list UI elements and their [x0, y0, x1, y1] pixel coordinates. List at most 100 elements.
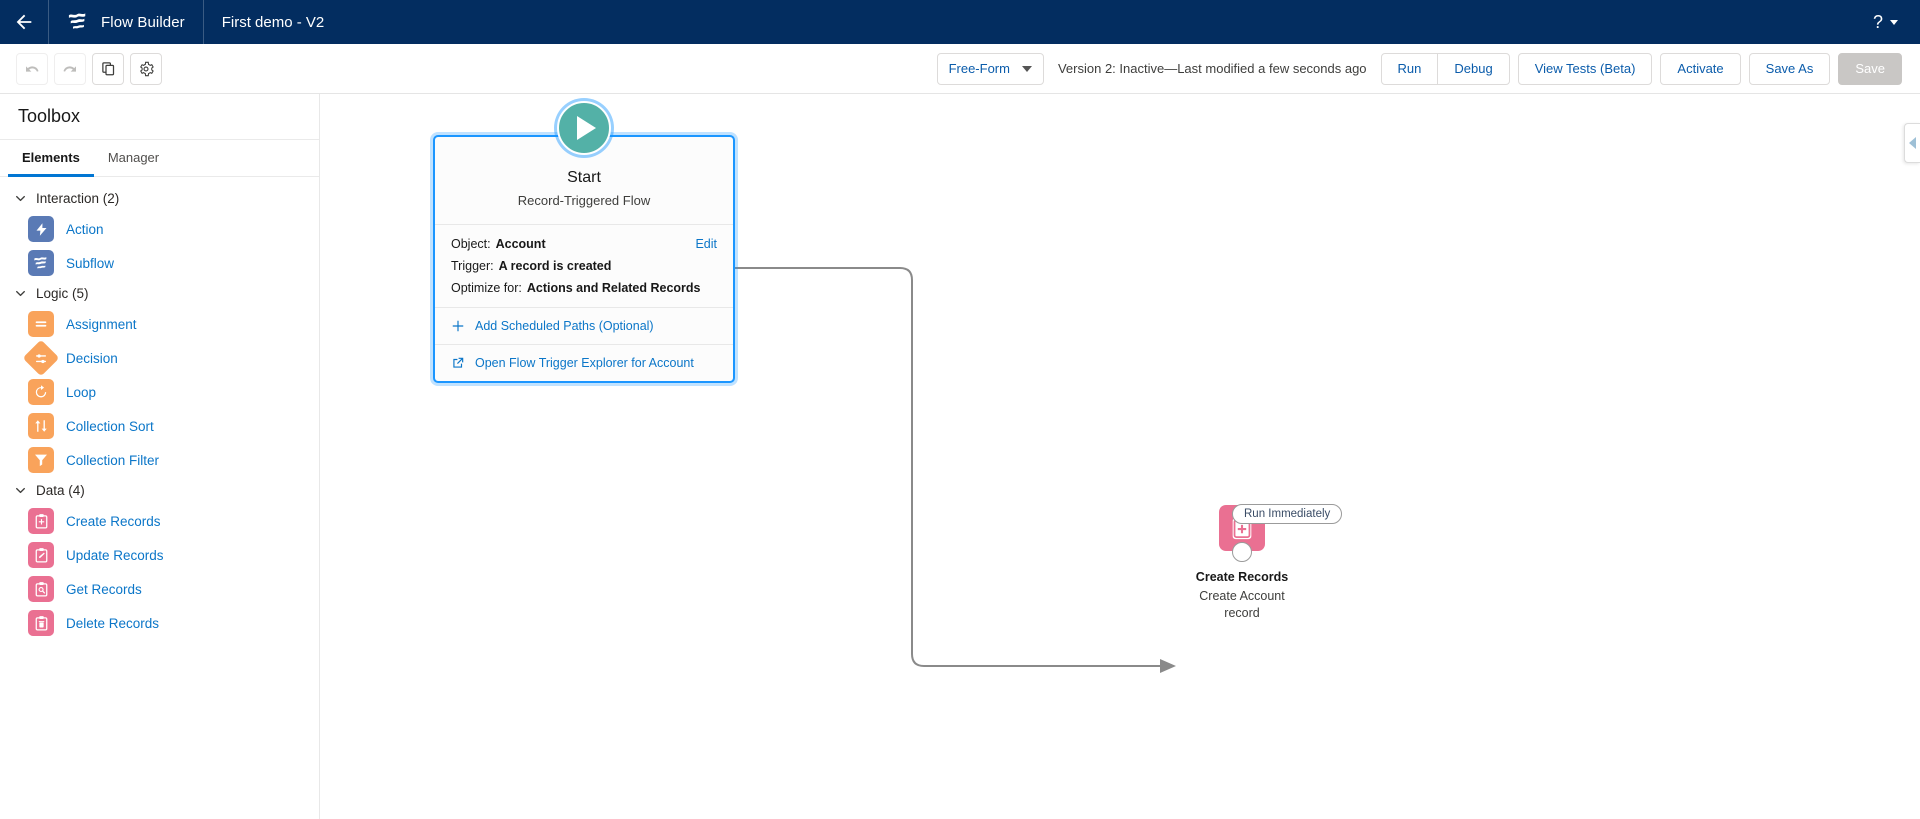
create-records-node-description: Create Account record	[1199, 588, 1285, 620]
chevron-down-icon	[1021, 65, 1032, 72]
toolbox-element-label: Collection Sort	[66, 418, 154, 434]
help-icon: ?	[1872, 12, 1883, 32]
canvas-mode-label: Free-Form	[948, 61, 1010, 76]
toolbox-element-create-records[interactable]: Create Records	[0, 504, 319, 538]
toolbox-element-label: Subflow	[66, 255, 115, 271]
run-button[interactable]: Run	[1380, 52, 1439, 85]
toolbox-element-label: Create Records	[66, 513, 161, 529]
toolbox-element-delete-records[interactable]: Delete Records	[0, 606, 319, 640]
toolbox-header: Toolbox	[0, 94, 319, 140]
toolbox-panel: Toolbox Elements Manager Interaction (2)…	[0, 94, 320, 819]
version-status-text: Version 2: Inactive—Last modified a few …	[1057, 61, 1367, 76]
right-panel-toggle-button[interactable]	[1904, 123, 1920, 163]
flow-builder-logo-icon	[67, 11, 89, 33]
detail-object: Object: Account Edit	[451, 237, 717, 251]
open-flow-trigger-explorer-link[interactable]: Open Flow Trigger Explorer for Account	[435, 345, 733, 381]
detail-trigger: Trigger: A record is created	[451, 259, 717, 273]
toolbox-element-decision[interactable]: Decision	[0, 339, 319, 377]
save-as-button[interactable]: Save As	[1748, 52, 1831, 85]
copy-button[interactable]	[92, 52, 124, 85]
activate-button[interactable]: Activate	[1660, 52, 1741, 85]
tab-elements[interactable]: Elements	[8, 140, 94, 177]
detail-trigger-value: A record is created	[498, 259, 612, 273]
add-scheduled-paths-link[interactable]: Add Scheduled Paths (Optional)	[435, 308, 733, 345]
arrow-left-icon	[16, 14, 32, 30]
toolbox-element-action[interactable]: Action	[0, 212, 319, 246]
connector-label-badge[interactable]: Run Immediately	[1232, 504, 1343, 524]
add-scheduled-paths-label: Add Scheduled Paths (Optional)	[475, 319, 654, 333]
toolbox-section-header[interactable]: Logic (5)	[0, 280, 319, 307]
plus-icon	[452, 320, 464, 332]
canvas-mode-select[interactable]: Free-Form	[936, 52, 1044, 85]
play-triangle-icon	[577, 116, 596, 140]
action-bolt-icon	[28, 216, 54, 242]
toolbox-tabs: Elements Manager	[0, 140, 319, 177]
toolbox-section-label: Data (4)	[36, 483, 85, 498]
decision-icon	[22, 339, 60, 377]
toolbox-element-label: Delete Records	[66, 615, 160, 631]
collection-sort-icon	[28, 413, 54, 439]
workspace: Toolbox Elements Manager Interaction (2)…	[0, 94, 1920, 819]
toolbox-element-collection-sort[interactable]: Collection Sort	[0, 409, 319, 443]
subflow-icon	[28, 250, 54, 276]
debug-button[interactable]: Debug	[1437, 52, 1510, 85]
chevron-down-icon	[1890, 19, 1898, 25]
toolbox-element-subflow[interactable]: Subflow	[0, 246, 319, 280]
back-button[interactable]	[0, 0, 48, 44]
toolbox-element-label: Assignment	[66, 316, 137, 332]
toolbox-section-header[interactable]: Interaction (2)	[0, 185, 319, 212]
toolbar-right-group: Free-Form Version 2: Inactive—Last modif…	[936, 52, 1920, 85]
undo-icon	[26, 65, 39, 72]
toolbox-element-assignment[interactable]: Assignment	[0, 307, 319, 341]
toolbox-section-header[interactable]: Data (4)	[0, 477, 319, 504]
redo-button[interactable]	[54, 52, 86, 85]
toolbox-element-update-records[interactable]: Update Records	[0, 538, 319, 572]
toolbox-element-get-records[interactable]: Get Records	[0, 572, 319, 606]
global-header: Flow Builder First demo - V2 ?	[0, 0, 1920, 44]
update-records-icon	[28, 542, 54, 568]
flow-name: First demo - V2	[221, 13, 325, 31]
open-flow-trigger-explorer-label: Open Flow Trigger Explorer for Account	[475, 356, 694, 370]
undo-button[interactable]	[16, 52, 48, 85]
get-records-icon	[28, 576, 54, 602]
toolbox-element-collection-filter[interactable]: Collection Filter	[0, 443, 319, 477]
detail-optimize: Optimize for: Actions and Related Record…	[451, 281, 717, 295]
start-play-button[interactable]	[557, 101, 611, 155]
detail-optimize-value: Actions and Related Records	[526, 281, 701, 295]
toolbox-section-label: Interaction (2)	[36, 191, 120, 206]
toolbox-element-label: Update Records	[66, 547, 164, 563]
chevron-down-icon	[16, 487, 25, 494]
redo-icon	[63, 65, 76, 72]
gear-icon	[140, 61, 154, 76]
start-title: Start	[567, 169, 601, 186]
chevron-down-icon	[16, 290, 25, 297]
edit-start-link[interactable]: Edit	[695, 237, 717, 251]
node-output-connector[interactable]	[1232, 542, 1252, 562]
start-node[interactable]: Start Record-Triggered Flow Object: Acco…	[433, 101, 735, 383]
chevron-down-icon	[16, 195, 25, 202]
app-name: Flow Builder	[101, 13, 185, 31]
create-records-icon	[28, 508, 54, 534]
flow-settings-button[interactable]	[130, 52, 162, 85]
detail-object-label: Object:	[451, 237, 491, 251]
detail-trigger-label: Trigger:	[451, 259, 494, 273]
flow-builder-app: Flow Builder First demo - V2 ? Free-Form…	[0, 0, 1920, 819]
toolbar-left-group	[0, 52, 162, 85]
save-button[interactable]: Save	[1838, 52, 1902, 85]
chevron-left-icon	[1909, 137, 1916, 149]
delete-records-icon	[28, 610, 54, 636]
app-launcher[interactable]: Flow Builder	[49, 0, 203, 44]
toolbox-element-label: Action	[66, 221, 104, 237]
detail-optimize-label: Optimize for:	[451, 281, 522, 295]
toolbox-element-label: Loop	[66, 384, 97, 400]
external-link-icon	[453, 357, 464, 368]
flow-canvas[interactable]: Start Record-Triggered Flow Object: Acco…	[320, 94, 1920, 819]
tab-manager[interactable]: Manager	[94, 140, 173, 177]
help-menu-button[interactable]: ?	[1859, 0, 1920, 44]
create-records-node-label: Create Records	[1195, 570, 1289, 584]
toolbox-element-list: Interaction (2) Action Subflow Logic (5) Ass…	[0, 177, 319, 819]
view-tests-button[interactable]: View Tests (Beta)	[1517, 52, 1653, 85]
toolbox-title: Toolbox	[18, 106, 81, 126]
detail-object-value: Account	[495, 237, 546, 251]
toolbox-element-loop[interactable]: Loop	[0, 375, 319, 409]
